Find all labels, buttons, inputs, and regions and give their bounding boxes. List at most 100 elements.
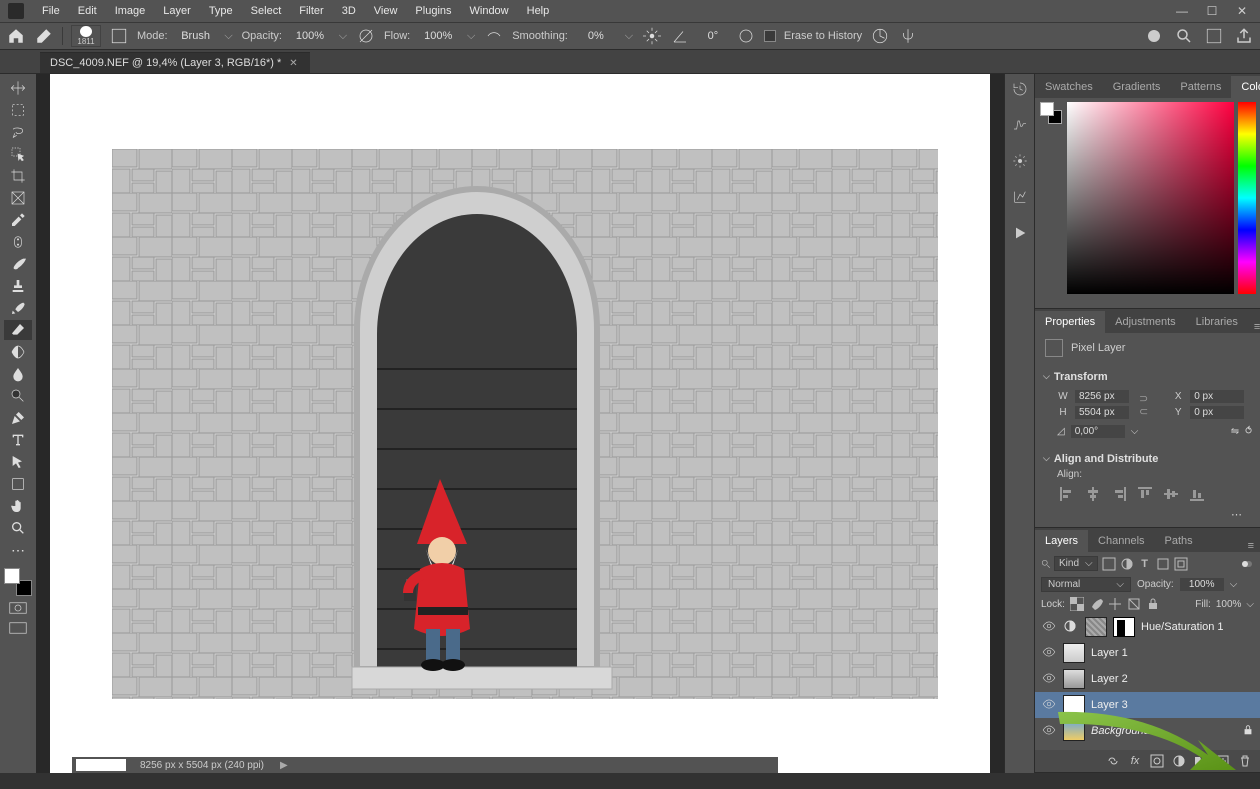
layer-row[interactable]: Layer 2 — [1035, 666, 1260, 692]
adjustments-panel-icon[interactable] — [1011, 116, 1029, 134]
hand-tool[interactable] — [4, 496, 32, 516]
x-value[interactable]: 0 px — [1190, 390, 1244, 403]
move-tool[interactable] — [4, 78, 32, 98]
tab-gradients[interactable]: Gradients — [1103, 76, 1171, 98]
blur-tool[interactable] — [4, 364, 32, 384]
layer-name[interactable]: Layer 3 — [1091, 699, 1128, 711]
pen-tool[interactable] — [4, 408, 32, 428]
brush-settings-icon[interactable] — [109, 26, 129, 46]
menu-image[interactable]: Image — [107, 2, 154, 20]
workspace-icon[interactable] — [1204, 26, 1224, 46]
menu-help[interactable]: Help — [519, 2, 558, 20]
edit-toolbar[interactable]: ⋯ — [4, 540, 32, 560]
frame-tool[interactable] — [4, 188, 32, 208]
home-icon[interactable] — [6, 26, 26, 46]
gear-icon[interactable] — [642, 26, 662, 46]
marquee-tool[interactable] — [4, 100, 32, 120]
blend-mode-dropdown[interactable]: Normal⌵ — [1041, 577, 1131, 592]
zoom-tool[interactable] — [4, 518, 32, 538]
chevron-down-icon[interactable]: ⌵ — [338, 30, 348, 43]
lock-transparency-icon[interactable] — [1070, 597, 1084, 611]
color-swatches[interactable] — [4, 568, 32, 596]
window-close[interactable]: ✕ — [1232, 4, 1252, 18]
tab-swatches[interactable]: Swatches — [1035, 76, 1103, 98]
menu-select[interactable]: Select — [243, 2, 290, 20]
new-layer-icon[interactable] — [1216, 754, 1230, 768]
chevron-down-icon[interactable]: ⌵ — [224, 30, 234, 43]
hue-slider[interactable] — [1238, 102, 1256, 294]
tablet-pressure-icon[interactable] — [870, 26, 890, 46]
tab-properties[interactable]: Properties — [1035, 311, 1105, 333]
type-tool[interactable] — [4, 430, 32, 450]
layer-row[interactable]: Layer 1 — [1035, 640, 1260, 666]
tab-libraries[interactable]: Libraries — [1186, 311, 1248, 333]
document-tab[interactable]: DSC_4009.NEF @ 19,4% (Layer 3, RGB/16*) … — [40, 52, 310, 73]
share-icon[interactable] — [1234, 26, 1254, 46]
heal-tool[interactable] — [4, 232, 32, 252]
panel-menu-icon[interactable]: ≡ — [1248, 321, 1260, 333]
layer-mask[interactable] — [1113, 617, 1135, 637]
menu-type[interactable]: Type — [201, 2, 241, 20]
align-vcenter-icon[interactable] — [1163, 486, 1179, 502]
align-top-icon[interactable] — [1137, 486, 1153, 502]
cloud-icon[interactable] — [1144, 26, 1164, 46]
transform-header[interactable]: ⌵Transform — [1043, 371, 1252, 383]
filter-smart-icon[interactable] — [1174, 557, 1188, 571]
mode-value[interactable]: Brush — [176, 30, 216, 42]
eraser-preset-icon[interactable] — [34, 26, 54, 46]
layer-row[interactable]: Hue/Saturation 1 — [1035, 614, 1260, 640]
brush-tool[interactable] — [4, 254, 32, 274]
brushes-panel-icon[interactable] — [1011, 152, 1029, 170]
menu-layer[interactable]: Layer — [155, 2, 199, 20]
history-brush-tool[interactable] — [4, 298, 32, 318]
menu-window[interactable]: Window — [462, 2, 517, 20]
lock-position-icon[interactable] — [1108, 597, 1122, 611]
tab-layers[interactable]: Layers — [1035, 530, 1088, 552]
history-panel-icon[interactable] — [1011, 80, 1029, 98]
symmetry-icon[interactable] — [898, 26, 918, 46]
visibility-toggle[interactable] — [1041, 697, 1057, 714]
menu-plugins[interactable]: Plugins — [407, 2, 459, 20]
brush-preview[interactable]: 1811 — [71, 25, 101, 47]
align-left-icon[interactable] — [1059, 486, 1075, 502]
filter-type-icon[interactable]: T — [1138, 557, 1152, 571]
opacity-value[interactable]: 100% — [290, 30, 330, 42]
menu-3d[interactable]: 3D — [334, 2, 364, 20]
chevron-down-icon[interactable]: ⌵ — [466, 30, 476, 43]
add-mask-icon[interactable] — [1150, 754, 1164, 768]
layer-name[interactable]: Layer 1 — [1091, 647, 1128, 659]
dodge-tool[interactable] — [4, 386, 32, 406]
eyedropper-tool[interactable] — [4, 210, 32, 230]
canvas-area[interactable]: 8256 px x 5504 px (240 ppi) ▶ — [36, 74, 1004, 773]
tab-paths[interactable]: Paths — [1155, 530, 1203, 552]
link-wh-icon[interactable]: ⊃⊂ — [1139, 392, 1148, 418]
layer-row[interactable]: Background — [1035, 718, 1260, 744]
info-panel-icon[interactable] — [1011, 188, 1029, 206]
shape-tool[interactable] — [4, 474, 32, 494]
align-hcenter-icon[interactable] — [1085, 486, 1101, 502]
filter-shape-icon[interactable] — [1156, 557, 1170, 571]
align-right-icon[interactable] — [1111, 486, 1127, 502]
delete-layer-icon[interactable] — [1238, 754, 1252, 768]
path-select-tool[interactable] — [4, 452, 32, 472]
screenmode-toggle[interactable] — [9, 622, 27, 636]
lock-nested-icon[interactable] — [1127, 597, 1141, 611]
more-options-icon[interactable]: ⋯ — [1043, 506, 1252, 523]
visibility-toggle[interactable] — [1041, 645, 1057, 662]
lock-all-icon[interactable] — [1146, 597, 1160, 611]
layer-name[interactable]: Background — [1091, 725, 1150, 737]
chevron-down-icon[interactable]: ⌵ — [1230, 579, 1238, 590]
window-minimize[interactable]: — — [1172, 4, 1192, 18]
window-maximize[interactable]: ☐ — [1202, 4, 1222, 18]
crop-tool[interactable] — [4, 166, 32, 186]
layer-name[interactable]: Layer 2 — [1091, 673, 1128, 685]
angle-value[interactable]: 0° — [698, 30, 728, 42]
new-adjustment-icon[interactable] — [1172, 754, 1186, 768]
erase-history-checkbox[interactable] — [764, 30, 776, 42]
close-icon[interactable]: ✕ — [289, 58, 297, 69]
visibility-toggle[interactable] — [1041, 619, 1057, 636]
tab-patterns[interactable]: Patterns — [1170, 76, 1231, 98]
tab-adjustments[interactable]: Adjustments — [1105, 311, 1186, 333]
smoothing-value[interactable]: 0% — [576, 30, 616, 42]
layer-opacity-value[interactable]: 100% — [1180, 578, 1224, 591]
